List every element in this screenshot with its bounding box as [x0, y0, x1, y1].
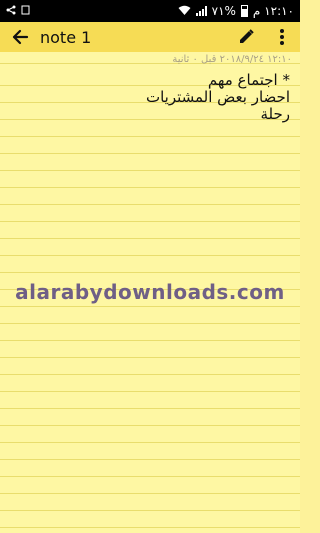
more-options-button[interactable] — [264, 22, 300, 52]
more-vert-icon — [280, 29, 284, 45]
note-line: احضار بعض المشتريات — [145, 88, 290, 106]
watermark: alarabydownloads.com — [15, 280, 285, 304]
note-line: رحلة — [260, 105, 290, 123]
back-button[interactable] — [0, 22, 40, 52]
note-body[interactable]: * اجتماع مهم احضار بعض المشتريات رحلة — [146, 72, 290, 123]
note-title: note 1 — [40, 27, 92, 47]
note-line: * اجتماع مهم — [207, 71, 290, 89]
note-timestamp: ١٢:١٠ ٢٠١٨/٩/٢٤ قبل ٠ ثانية — [172, 54, 292, 65]
pencil-icon — [240, 29, 254, 43]
status-left-icons — [6, 5, 30, 18]
toolbar: note 1 — [0, 22, 300, 52]
arrow-back-icon — [12, 29, 29, 45]
share-icon — [6, 5, 16, 18]
battery-icon — [240, 5, 248, 17]
status-bar: ٧١% ١٢:١٠ م — [0, 0, 300, 22]
status-right: ٧١% ١٢:١٠ م — [178, 4, 294, 18]
status-time: ١٢:١٠ م — [252, 4, 294, 18]
signal-icon — [195, 6, 207, 16]
wifi-icon — [178, 4, 191, 18]
notification-icon — [21, 5, 30, 18]
edit-button[interactable] — [228, 22, 264, 52]
battery-percent: ٧١% — [211, 4, 236, 18]
